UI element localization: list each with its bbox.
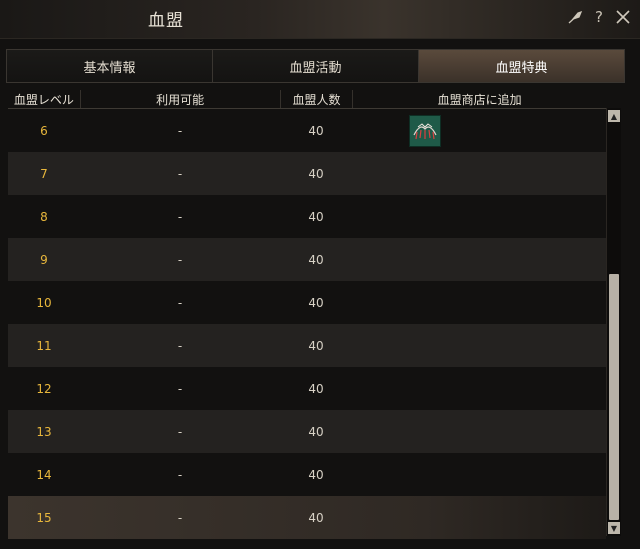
header-available[interactable]: 利用可能	[81, 90, 281, 108]
table-row[interactable]: 10 - 40	[8, 281, 606, 324]
cell-level: 11	[36, 338, 52, 353]
help-icon[interactable]: ?	[590, 8, 608, 26]
cell-level: 13	[36, 424, 52, 439]
table-row[interactable]: 7 - 40	[8, 152, 606, 195]
scroll-down-icon[interactable]: ▼	[608, 522, 620, 534]
cell-available: -	[177, 381, 183, 396]
cell-level: 8	[40, 209, 48, 224]
cell-available: -	[177, 510, 183, 525]
cell-shop-item	[352, 281, 606, 324]
titlebar-controls: ?	[566, 8, 632, 26]
cell-members: 40	[308, 123, 324, 138]
scroll-thumb[interactable]	[609, 274, 619, 520]
table-row[interactable]: 9 - 40	[8, 238, 606, 281]
cell-available: -	[177, 209, 183, 224]
clan-window: 血盟 ? 基本情報 血盟活動 血盟特典 血盟レベル 利用可能 血盟人数 血盟商店…	[0, 0, 640, 549]
table-row[interactable]: 14 - 40	[8, 453, 606, 496]
table-header: 血盟レベル 利用可能 血盟人数 血盟商店に追加	[8, 90, 606, 109]
cell-members: 40	[308, 252, 324, 267]
cell-shop-item	[352, 195, 606, 238]
table-row[interactable]: 11 - 40	[8, 324, 606, 367]
cell-members: 40	[308, 467, 324, 482]
cell-shop-item	[352, 238, 606, 281]
cell-members: 40	[308, 338, 324, 353]
vertical-scrollbar[interactable]: ▲ ▼	[606, 108, 621, 536]
header-add-to-shop[interactable]: 血盟商店に追加	[353, 90, 606, 108]
cell-available: -	[177, 338, 183, 353]
tab-clan-benefits[interactable]: 血盟特典	[419, 50, 624, 82]
table-row-selected[interactable]: 15 - 40	[8, 496, 606, 539]
cell-members: 40	[308, 381, 324, 396]
cell-level: 6	[40, 123, 48, 138]
tab-basic-info[interactable]: 基本情報	[7, 50, 213, 82]
cell-available: -	[177, 252, 183, 267]
title-bar[interactable]: 血盟 ?	[0, 0, 640, 39]
cell-members: 40	[308, 166, 324, 181]
cell-available: -	[177, 295, 183, 310]
cell-level: 14	[36, 467, 52, 482]
cell-available: -	[177, 424, 183, 439]
feather-icon[interactable]	[566, 8, 584, 26]
table-row[interactable]: 8 - 40	[8, 195, 606, 238]
cell-members: 40	[308, 209, 324, 224]
table-row[interactable]: 13 - 40	[8, 410, 606, 453]
cell-members: 40	[308, 510, 324, 525]
cell-shop-item	[352, 324, 606, 367]
tab-bar: 基本情報 血盟活動 血盟特典	[6, 49, 625, 83]
cell-shop-item	[352, 367, 606, 410]
cell-available: -	[177, 166, 183, 181]
header-member-count[interactable]: 血盟人数	[281, 90, 354, 108]
cell-members: 40	[308, 295, 324, 310]
cell-shop-item	[352, 496, 606, 539]
cell-available: -	[177, 467, 183, 482]
item-icon[interactable]	[409, 114, 441, 147]
cell-shop-item	[352, 410, 606, 453]
cell-available: -	[177, 123, 183, 138]
cell-level: 12	[36, 381, 52, 396]
cell-shop-item	[352, 453, 606, 496]
tab-clan-activity[interactable]: 血盟活動	[213, 50, 419, 82]
clan-benefits-table: 血盟レベル 利用可能 血盟人数 血盟商店に追加 6 - 40 7 - 40 8 …	[8, 90, 606, 540]
cell-members: 40	[308, 424, 324, 439]
cell-shop-item	[352, 152, 606, 195]
close-icon[interactable]	[614, 8, 632, 26]
table-row[interactable]: 12 - 40	[8, 367, 606, 410]
cell-level: 10	[36, 295, 52, 310]
window-title: 血盟	[148, 11, 184, 31]
cell-shop-item	[352, 109, 606, 152]
cell-level: 9	[40, 252, 48, 267]
header-clan-level[interactable]: 血盟レベル	[8, 90, 81, 108]
table-row[interactable]: 6 - 40	[8, 109, 606, 152]
cell-level: 7	[40, 166, 48, 181]
cell-level: 15	[36, 510, 52, 525]
scroll-up-icon[interactable]: ▲	[608, 110, 620, 122]
